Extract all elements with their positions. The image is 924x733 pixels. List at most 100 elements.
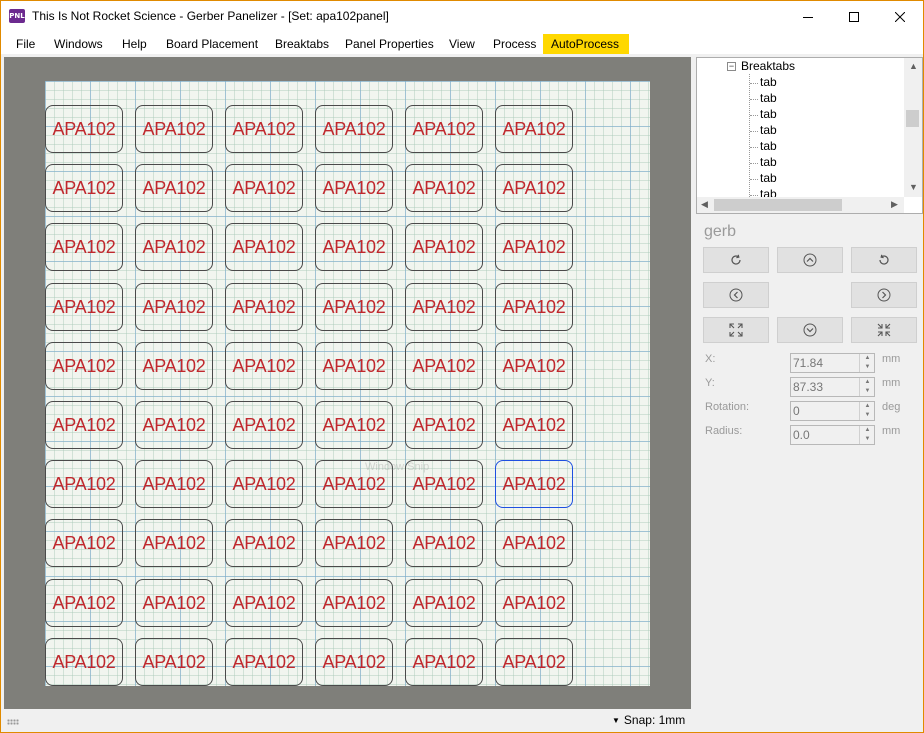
rotation-input[interactable] xyxy=(792,403,858,419)
board-instance[interactable]: APA102 xyxy=(135,105,213,153)
board-instance[interactable]: APA102 xyxy=(495,223,573,271)
board-instance[interactable]: APA102 xyxy=(225,164,303,212)
board-instance[interactable]: APA102 xyxy=(45,638,123,686)
board-instance[interactable]: APA102 xyxy=(495,638,573,686)
scroll-left-icon[interactable]: ◀ xyxy=(701,199,708,210)
board-instance[interactable]: APA102 xyxy=(45,223,123,271)
y-input[interactable] xyxy=(792,379,858,395)
resize-grip-icon[interactable] xyxy=(7,719,19,725)
tree-vertical-scrollbar[interactable]: ▲ ▼ xyxy=(904,58,922,197)
panel-canvas[interactable]: APA102 APA102 APA102 APA102 APA102 APA102 APA1… xyxy=(4,57,691,709)
board-instance[interactable]: APA102 xyxy=(405,638,483,686)
spin-down-icon[interactable]: ▼ xyxy=(860,387,875,396)
spin-up-icon[interactable]: ▲ xyxy=(860,354,875,363)
board-instance[interactable]: APA102 xyxy=(495,519,573,567)
board-instance[interactable]: APA102 xyxy=(495,460,573,508)
expand-button[interactable] xyxy=(703,317,769,343)
radius-spinbox[interactable]: ▲▼ xyxy=(790,425,875,445)
board-instance[interactable]: APA102 xyxy=(495,105,573,153)
board-instance[interactable]: APA102 xyxy=(315,164,393,212)
menu-file[interactable]: File xyxy=(8,34,43,54)
board-instance[interactable]: APA102 xyxy=(225,519,303,567)
scroll-right-icon[interactable]: ▶ xyxy=(891,199,898,210)
snap-dropdown[interactable]: ▼ Snap: 1mm xyxy=(612,713,685,727)
board-instance[interactable]: APA102 xyxy=(45,342,123,390)
board-instance[interactable]: APA102 xyxy=(225,460,303,508)
board-instance[interactable]: APA102 xyxy=(135,342,213,390)
rotate-cw-button[interactable] xyxy=(703,247,769,273)
board-instance[interactable]: APA102 xyxy=(45,519,123,567)
board-instance[interactable]: APA102 xyxy=(495,342,573,390)
spin-down-icon[interactable]: ▼ xyxy=(860,435,875,444)
board-instance[interactable]: APA102 xyxy=(225,401,303,449)
board-instance[interactable]: APA102 xyxy=(45,283,123,331)
board-instance[interactable]: APA102 xyxy=(135,283,213,331)
breaktabs-tree[interactable]: − Breaktabs tab tab tab tab tab tab tab tab ▲ ▼… xyxy=(696,57,923,214)
board-instance[interactable]: APA102 xyxy=(135,579,213,627)
collapse-icon[interactable]: − xyxy=(727,62,736,71)
board-instance[interactable]: APA102 xyxy=(405,105,483,153)
board-instance[interactable]: APA102 xyxy=(315,638,393,686)
board-instance[interactable]: APA102 xyxy=(45,579,123,627)
board-instance[interactable]: APA102 xyxy=(495,283,573,331)
tree-node-breaktabs[interactable]: Breaktabs xyxy=(741,59,795,73)
tree-hscroll-thumb[interactable] xyxy=(714,199,842,211)
menu-breaktabs[interactable]: Breaktabs xyxy=(267,34,337,54)
menu-windows[interactable]: Windows xyxy=(46,34,111,54)
menu-board-placement[interactable]: Board Placement xyxy=(158,34,266,54)
y-spinbox[interactable]: ▲▼ xyxy=(790,377,875,397)
tree-node-tab[interactable]: tab xyxy=(760,107,777,121)
tree-node-tab[interactable]: tab xyxy=(760,139,777,153)
board-instance[interactable]: APA102 xyxy=(135,223,213,271)
tree-horizontal-scrollbar[interactable]: ◀ ▶ xyxy=(697,197,904,213)
spin-down-icon[interactable]: ▼ xyxy=(860,363,875,372)
board-instance[interactable]: APA102 xyxy=(405,223,483,271)
board-instance[interactable]: APA102 xyxy=(135,519,213,567)
x-spinbox[interactable]: ▲▼ xyxy=(790,353,875,373)
board-instance[interactable]: APA102 xyxy=(45,460,123,508)
tree-node-tab[interactable]: tab xyxy=(760,171,777,185)
board-instance[interactable]: APA102 xyxy=(495,401,573,449)
board-instance[interactable]: APA102 xyxy=(225,342,303,390)
board-instance[interactable]: APA102 xyxy=(495,579,573,627)
board-instance[interactable]: APA102 xyxy=(405,519,483,567)
menu-panel-properties[interactable]: Panel Properties xyxy=(337,34,442,54)
board-instance[interactable]: APA102 xyxy=(405,401,483,449)
contract-button[interactable] xyxy=(851,317,917,343)
board-instance[interactable]: APA102 xyxy=(135,164,213,212)
board-instance[interactable]: APA102 xyxy=(45,105,123,153)
move-up-button[interactable] xyxy=(777,247,843,273)
tree-node-tab[interactable]: tab xyxy=(760,91,777,105)
board-instance[interactable]: APA102 xyxy=(315,342,393,390)
spin-down-icon[interactable]: ▼ xyxy=(860,411,875,420)
panel-board[interactable]: APA102 APA102 APA102 APA102 APA102 APA102 APA1… xyxy=(45,81,650,686)
board-instance[interactable]: APA102 xyxy=(315,579,393,627)
menu-process[interactable]: Process xyxy=(485,34,544,54)
menu-view[interactable]: View xyxy=(441,34,483,54)
maximize-button[interactable] xyxy=(831,1,877,32)
board-instance[interactable]: APA102 xyxy=(315,283,393,331)
board-instance[interactable]: APA102 xyxy=(225,283,303,331)
title-bar[interactable]: PNL This Is Not Rocket Science - Gerber … xyxy=(1,1,923,32)
board-instance[interactable]: APA102 xyxy=(225,223,303,271)
x-input[interactable] xyxy=(792,355,858,371)
board-instance[interactable]: APA102 xyxy=(225,579,303,627)
minimize-button[interactable] xyxy=(785,1,831,32)
spin-up-icon[interactable]: ▲ xyxy=(860,402,875,411)
board-instance[interactable]: APA102 xyxy=(405,342,483,390)
board-instance[interactable]: APA102 xyxy=(405,283,483,331)
rotation-spinbox[interactable]: ▲▼ xyxy=(790,401,875,421)
board-instance[interactable]: APA102 xyxy=(405,164,483,212)
board-instance[interactable]: APA102 xyxy=(315,105,393,153)
board-instance[interactable]: APA102 xyxy=(225,638,303,686)
tree-vscroll-thumb[interactable] xyxy=(906,110,919,127)
move-right-button[interactable] xyxy=(851,282,917,308)
board-instance[interactable]: APA102 xyxy=(45,401,123,449)
close-button[interactable] xyxy=(877,1,923,32)
board-instance[interactable]: APA102 xyxy=(135,638,213,686)
tree-node-tab[interactable]: tab xyxy=(760,75,777,89)
scroll-down-icon[interactable]: ▼ xyxy=(909,182,918,192)
tree-node-tab[interactable]: tab xyxy=(760,123,777,137)
board-instance[interactable]: APA102 xyxy=(135,401,213,449)
board-instance[interactable]: APA102 xyxy=(315,223,393,271)
